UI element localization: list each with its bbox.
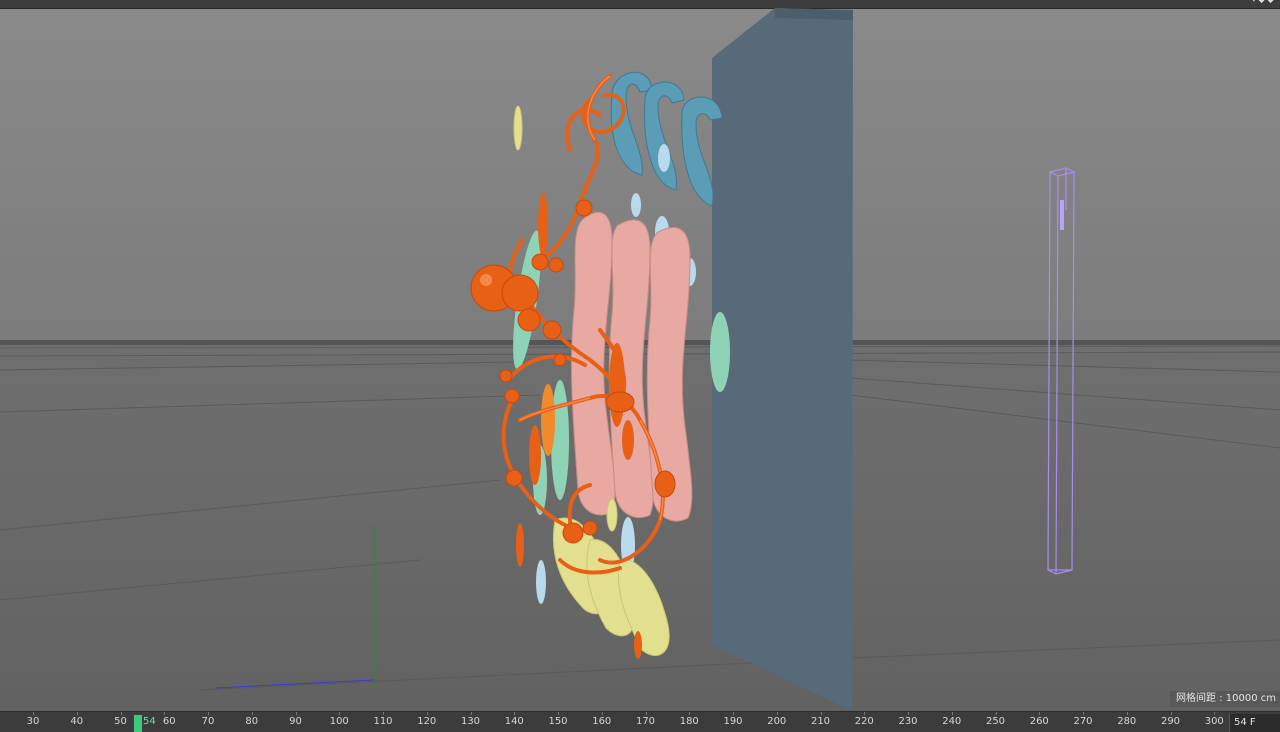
timeline-tick-mark: [76, 712, 78, 715]
pink-strand-shapes: [570, 211, 693, 522]
timeline-tick-mark: [951, 712, 953, 715]
timeline-tick-label: 170: [635, 716, 656, 727]
playhead-marker[interactable]: [134, 715, 142, 732]
timeline-tick-label: 180: [679, 716, 699, 727]
z-axis-line: [214, 679, 375, 689]
timeline-tick-mark: [820, 712, 822, 715]
timeline-tick-mark: [1214, 712, 1216, 715]
timeline-tick-label: 190: [723, 716, 743, 727]
3d-viewport[interactable]: ▾◆◆ 网格间距: 10000 cm: [0, 0, 1280, 711]
timeline-tick-mark: [514, 712, 516, 715]
blue-curl-shapes: [610, 71, 723, 207]
timeline-tick-mark: [295, 712, 297, 715]
timeline-tick-label: 240: [942, 716, 962, 727]
timeline-tick-mark: [426, 712, 428, 715]
timeline-tick-label: 140: [504, 716, 524, 727]
grid-spacing-readout: 网格间距 : 10000 cm: [1170, 691, 1280, 707]
timeline-tick-label: 260: [1029, 716, 1049, 727]
wireframe-highlight: [1060, 200, 1064, 230]
slate-panel: [712, 8, 853, 711]
timeline-tick-mark: [1083, 712, 1084, 715]
timeline-tick-mark: [689, 712, 691, 715]
timeline-tick-mark: [1170, 712, 1172, 715]
timeline-tick-label: 90: [289, 716, 302, 727]
current-frame-label: 54: [143, 716, 156, 727]
timeline-tick-label: 270: [1073, 716, 1093, 727]
timeline-tick-label: 150: [548, 716, 568, 727]
timeline-tick-mark: [251, 712, 253, 715]
timeline-tick-mark: [1039, 712, 1041, 715]
timeline-tick-label: 80: [245, 716, 259, 727]
timeline-tick-label: 300: [1204, 716, 1224, 727]
scene-render: [0, 8, 1280, 711]
timeline-tick-mark: [864, 712, 866, 715]
timeline-tick-label: 40: [70, 716, 84, 727]
timeline-tick-mark: [645, 712, 647, 715]
timeline-tick-label: 60: [162, 716, 176, 727]
timeline-tick-mark: [601, 712, 603, 715]
timeline-tick-mark: [120, 712, 122, 715]
timeline-tick-mark: [776, 712, 778, 715]
timeline-tick-mark: [208, 712, 209, 715]
timeline-tick-mark: [1126, 712, 1128, 715]
timeline-tick-label: 290: [1160, 716, 1181, 727]
timeline-tick-label: 110: [373, 716, 393, 727]
timeline-tick-label: 200: [767, 716, 787, 727]
timeline-tick-label: 280: [1117, 716, 1137, 727]
timeline-tick-label: 210: [810, 716, 831, 727]
timeline-tick-mark: [339, 712, 341, 715]
timeline-tick-mark: [558, 712, 559, 715]
timeline-tick-mark: [164, 712, 166, 715]
timeline-tick-mark: [383, 712, 384, 715]
timeline-tick-label: 100: [329, 716, 349, 727]
timeline-tick-mark: [33, 712, 34, 715]
timeline-tick-label: 230: [898, 716, 918, 727]
timeline-ruler[interactable]: 30 40 50 60 70 80 90 100 110 120 130 140 150 160 170 18…: [0, 712, 1228, 732]
timeline-tick-mark: [733, 712, 734, 715]
timeline-tick-mark: [470, 712, 472, 715]
timeline-tick-label: 120: [417, 716, 437, 727]
timeline-tick-mark: [995, 712, 997, 715]
timeline-tick-mark: [908, 712, 909, 715]
timeline-tick-label: 160: [592, 716, 612, 727]
timeline-tick-label: 70: [201, 716, 215, 727]
timeline-bar[interactable]: 30 40 50 60 70 80 90 100 110 120 130 140 150 160 170 18…: [0, 711, 1280, 732]
timeline-tick-label: 250: [985, 716, 1006, 727]
slate-panel-edge: [775, 8, 853, 20]
timeline-tick-label: 130: [460, 716, 481, 727]
timeline-tick-label: 220: [854, 716, 874, 727]
timeline-tick-label: 50: [114, 716, 127, 727]
orange-leaf-accent: [541, 384, 555, 456]
sphere-highlight: [480, 274, 492, 286]
timeline-tick-label: 30: [26, 716, 40, 727]
current-frame-field[interactable]: 54 F: [1229, 714, 1280, 732]
